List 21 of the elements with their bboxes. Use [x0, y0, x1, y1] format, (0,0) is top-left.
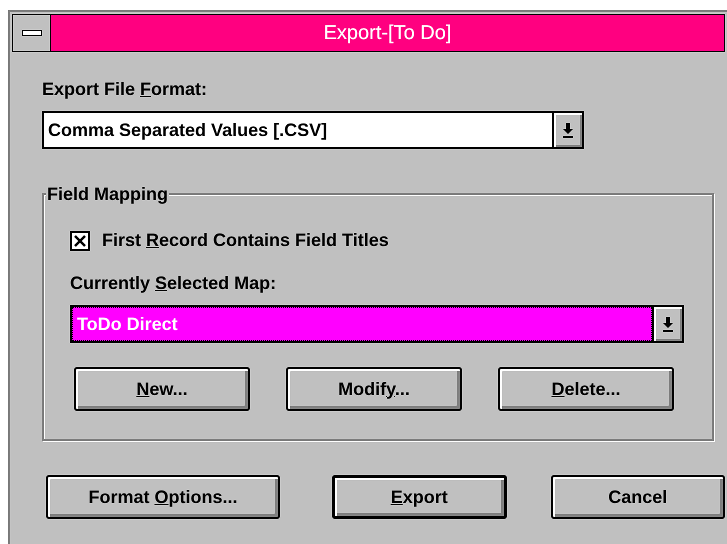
dialog-button[interactable]: Cancel — [550, 475, 725, 519]
dropdown-value: ToDo Direct — [77, 312, 178, 336]
dialog-button[interactable]: Export — [332, 475, 506, 519]
system-menu-button[interactable] — [13, 15, 51, 51]
dropdown-field[interactable]: Comma Separated Values [.CSV] — [42, 111, 584, 149]
dropdown-arrow-button[interactable] — [552, 113, 582, 147]
field-label: Currently Selected Map: — [70, 272, 278, 295]
dialog-button[interactable]: Modify... — [286, 367, 462, 411]
dialog-button[interactable]: New... — [74, 367, 250, 411]
down-arrow-icon — [662, 316, 674, 332]
dropdown-value: Comma Separated Values [.CSV] — [48, 118, 328, 142]
checkbox[interactable] — [70, 230, 90, 250]
field-label: Export File Format: — [42, 78, 208, 101]
dialog-button[interactable]: Format Options... — [46, 475, 280, 519]
x-mark-icon — [74, 234, 86, 246]
dropdown-arrow-button[interactable] — [652, 307, 682, 341]
window-title: Export-[To Do] — [324, 21, 452, 46]
down-arrow-icon — [562, 122, 574, 138]
checkbox-label: First Record Contains Field Titles — [102, 229, 389, 252]
dialog-button[interactable]: Delete... — [498, 367, 674, 411]
minus-icon — [22, 30, 42, 36]
